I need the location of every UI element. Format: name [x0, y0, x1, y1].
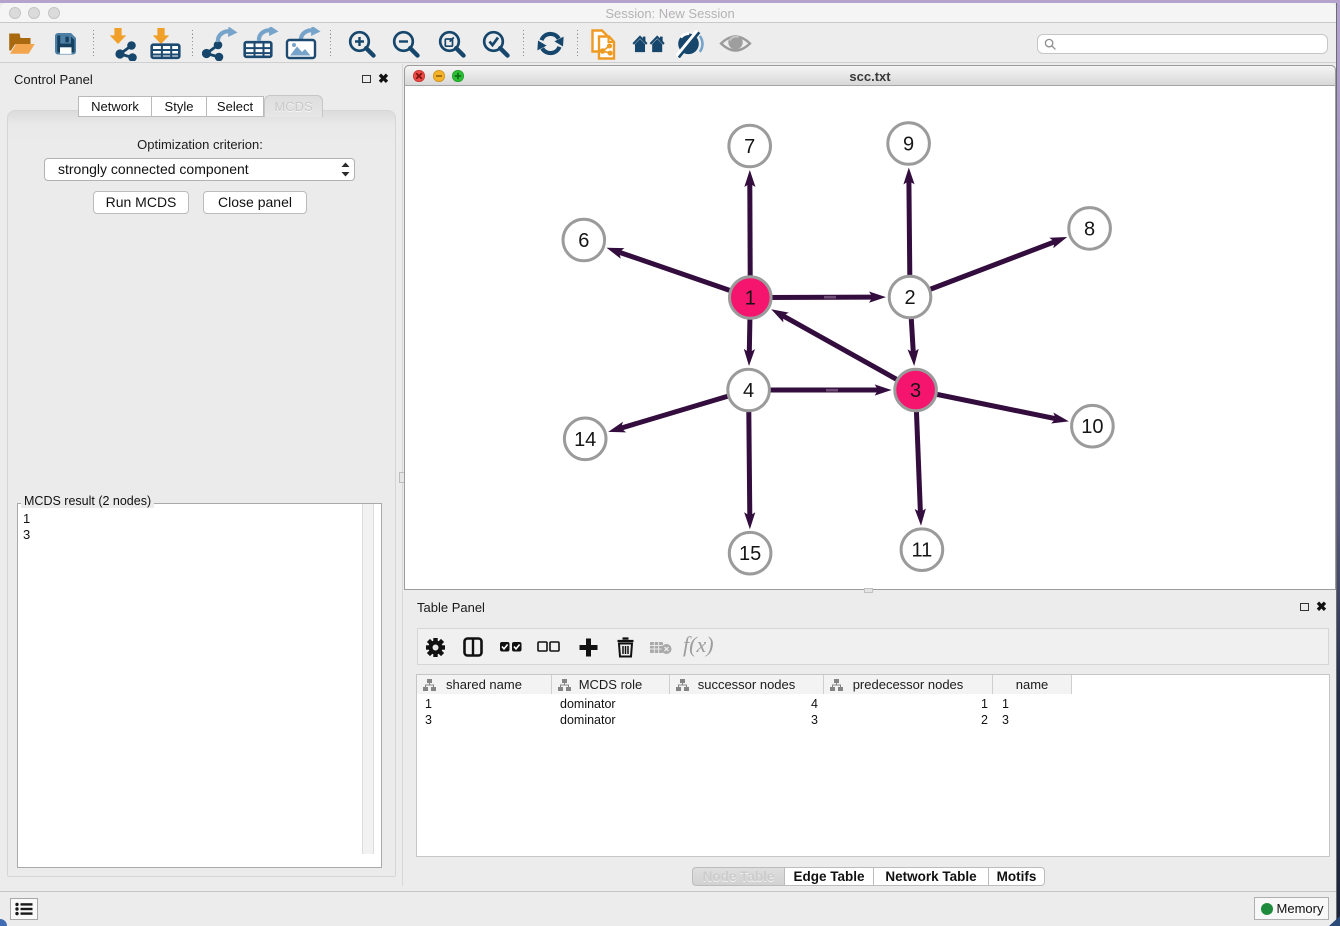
svg-text:6: 6 — [578, 230, 589, 252]
svg-text:15: 15 — [739, 543, 761, 565]
svg-text:2: 2 — [904, 287, 915, 309]
svg-text:1: 1 — [745, 288, 756, 310]
svg-text:3: 3 — [910, 380, 921, 402]
svg-text:11: 11 — [912, 540, 933, 562]
svg-text:9: 9 — [903, 134, 914, 156]
svg-text:14: 14 — [574, 429, 596, 451]
svg-text:4: 4 — [743, 380, 754, 402]
svg-text:10: 10 — [1081, 416, 1103, 438]
svg-text:8: 8 — [1084, 218, 1095, 240]
svg-text:7: 7 — [744, 136, 755, 158]
